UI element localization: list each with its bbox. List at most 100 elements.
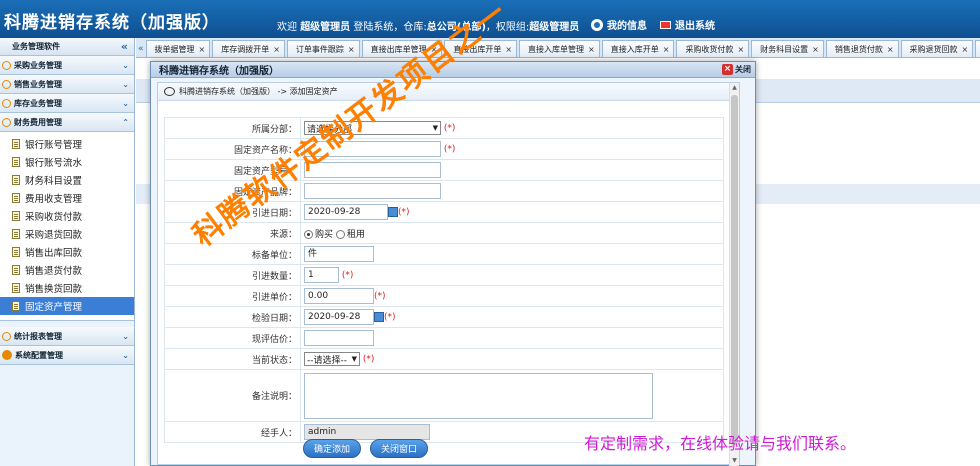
sidebar-group-reports[interactable]: 统计报表管理 ⌄ — [0, 327, 134, 346]
required-mark: (*) — [384, 312, 396, 323]
check-date-label: 检验日期： — [164, 306, 301, 328]
tab-close-icon[interactable]: × — [737, 45, 744, 54]
sidebar-group-purchase[interactable]: 采购业务管理 ⌄ — [0, 56, 134, 75]
chevron-down-icon: ⌄ — [122, 331, 129, 341]
sidebar-item-expense[interactable]: 费用收支管理 — [0, 189, 134, 207]
quantity-input[interactable]: 1 — [304, 267, 339, 283]
app-title: 科腾进销存系统（加强版） — [4, 13, 220, 33]
close-icon: × — [722, 64, 733, 75]
user-info-icon — [591, 18, 603, 31]
status-label: 当前状态： — [164, 348, 301, 370]
handler-input: admin — [304, 424, 430, 440]
current-value-label: 现评估价： — [164, 327, 301, 349]
document-icon — [12, 229, 20, 239]
sidebar-item-purchase-payment[interactable]: 采购收货付款 — [0, 207, 134, 225]
unit-price-label: 引进单价： — [164, 285, 301, 307]
unit-input[interactable]: 件 — [304, 246, 374, 262]
gear-icon — [2, 350, 12, 360]
clock-icon — [2, 98, 11, 108]
submit-button[interactable]: 确定添加 — [303, 439, 361, 458]
document-icon — [12, 193, 20, 203]
sidebar-group-finance[interactable]: 财务费用管理 ⌃ — [0, 113, 134, 132]
document-icon — [12, 175, 20, 185]
tab[interactable]: 采购退货回款 × — [900, 40, 974, 57]
remark-label: 备注说明： — [164, 369, 301, 422]
tab-close-icon[interactable]: × — [273, 45, 280, 54]
required-mark: (*) — [341, 270, 354, 281]
check-date-input[interactable]: 2020-09-28 — [304, 309, 374, 325]
my-info-link[interactable]: 我的信息 — [591, 17, 647, 32]
source-rent-radio[interactable] — [335, 229, 345, 239]
tab-bar: « 拨单据管理 × 库存调拨开单 × 订单事件跟踪 × 直接出库单管理 × 直接出库开单… — [136, 38, 980, 58]
tab[interactable]: 固定 — [975, 40, 980, 57]
breadcrumb: 科腾进销存系统（加强版） -> 添加固定资产 — [158, 83, 739, 101]
document-icon — [12, 211, 20, 221]
tab-close-icon[interactable]: × — [663, 45, 670, 54]
tab[interactable]: 采购收货付款 × — [676, 40, 750, 57]
sidebar-item-purchase-return[interactable]: 采购退货回款 — [0, 225, 134, 243]
add-fixed-asset-dialog: 科腾进销存系统（加强版） × 关闭 科腾进销存系统（加强版） -> 添加固定资产… — [150, 61, 756, 466]
fixed-asset-form: 所属分部： 请选择分部 ▼ (*) 固定资产名称： (*) 固定资产型号： 固定资… — [164, 117, 724, 443]
sidebar-item-bank-account[interactable]: 银行账号管理 — [0, 135, 134, 153]
tab[interactable]: 销售退货付款 × — [825, 40, 899, 57]
collapse-sidebar-icon[interactable]: « — [121, 40, 128, 53]
logout-link[interactable]: 退出系统 — [660, 17, 715, 32]
tab-close-icon[interactable]: × — [887, 45, 894, 54]
tab-close-icon[interactable]: × — [348, 45, 355, 54]
tab[interactable]: 财务科目设置 × — [751, 40, 824, 57]
dialog-scrollbar[interactable]: ▲ ▼ — [729, 83, 739, 466]
dialog-close-button[interactable]: × 关闭 — [722, 64, 751, 75]
clock-icon — [2, 60, 11, 70]
status-select[interactable]: --请选择-- ▼ — [304, 352, 360, 366]
tab[interactable]: 直接入库开单 × — [601, 40, 675, 57]
tab-close-icon[interactable]: × — [812, 45, 819, 54]
intro-date-input[interactable]: 2020-09-28 — [304, 204, 388, 220]
chevron-down-icon: ⌄ — [122, 60, 129, 70]
welcome-text: 欢迎 超级管理员 登陆系统，仓库:总公司(总部)，权限组:超级管理员 — [277, 22, 580, 33]
calendar-icon[interactable] — [374, 312, 384, 322]
sidebar-item-fixed-assets[interactable]: 固定资产管理 — [0, 297, 134, 315]
sidebar-item-finance-subject[interactable]: 财务科目设置 — [0, 171, 134, 189]
finance-menu: 银行账号管理 银行账号流水 财务科目设置 费用收支管理 采购收货付款 采购退货回… — [0, 132, 134, 321]
tab-scroll-left-icon[interactable]: « — [138, 40, 144, 57]
key-icon — [164, 87, 175, 96]
tab[interactable]: 订单事件跟踪 × — [286, 40, 360, 57]
current-value-input[interactable] — [304, 330, 374, 346]
sidebar-group-sales[interactable]: 销售业务管理 ⌄ — [0, 75, 134, 94]
required-mark: (*) — [443, 144, 456, 155]
sidebar-item-sales-return[interactable]: 销售退货付款 — [0, 261, 134, 279]
document-icon — [12, 265, 20, 275]
asset-brand-input[interactable] — [304, 183, 441, 199]
sidebar-group-inventory[interactable]: 库存业务管理 ⌄ — [0, 94, 134, 113]
document-icon — [12, 139, 20, 149]
document-icon — [12, 247, 20, 257]
unit-price-input[interactable]: 0.00 — [304, 288, 374, 304]
tab[interactable]: 库存调拨开单 × — [212, 40, 285, 57]
required-mark: (*) — [443, 123, 456, 134]
clock-icon — [2, 117, 11, 127]
close-window-button[interactable]: 关闭窗口 — [370, 439, 428, 458]
tab-close-icon[interactable]: × — [199, 45, 206, 54]
tab-close-icon[interactable]: × — [962, 45, 969, 54]
handler-label: 经手人： — [164, 421, 301, 443]
sidebar-group-settings[interactable]: 系统配置管理 ⌄ — [0, 346, 134, 365]
chevron-down-icon: ⌄ — [122, 79, 129, 89]
document-icon — [12, 283, 20, 293]
scroll-down-icon[interactable]: ▼ — [730, 456, 739, 466]
tab-close-icon[interactable]: × — [505, 45, 512, 54]
scroll-up-icon[interactable]: ▲ — [730, 83, 739, 93]
branch-label: 所属分部： — [164, 117, 301, 139]
promo-text: 有定制需求，在线体验请与我们联系。 — [584, 434, 857, 453]
sidebar-item-sales-out[interactable]: 销售出库回款 — [0, 243, 134, 261]
scroll-thumb[interactable] — [731, 95, 738, 445]
source-buy-radio[interactable] — [304, 229, 313, 239]
chevron-up-icon: ⌃ — [122, 117, 129, 127]
tab[interactable]: 拨单据管理 × — [145, 40, 211, 57]
sidebar-item-bank-flow[interactable]: 银行账号流水 — [0, 153, 134, 171]
sidebar-item-sales-exchange[interactable]: 销售换货回款 — [0, 279, 134, 297]
tab-close-icon[interactable]: × — [588, 45, 595, 54]
calendar-icon[interactable] — [388, 207, 398, 217]
chevron-down-icon: ⌄ — [122, 98, 129, 108]
remark-textarea[interactable] — [304, 372, 653, 419]
tab[interactable]: 直接入库单管理 × — [519, 40, 600, 57]
